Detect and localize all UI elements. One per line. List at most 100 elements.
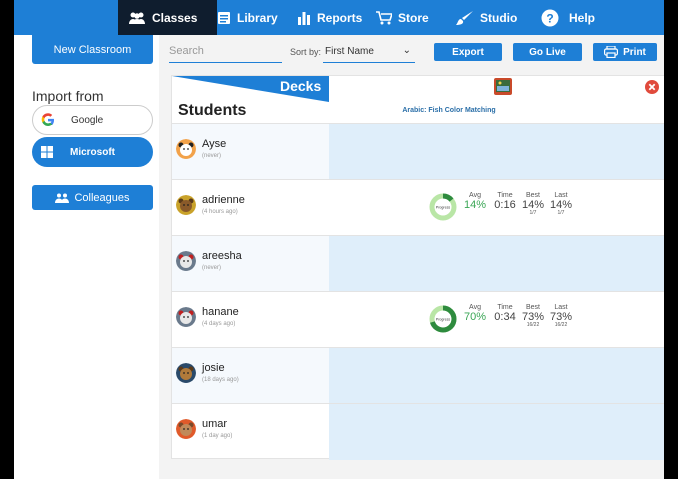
export-label: Export (452, 46, 484, 58)
student-cell: umar (1 day ago) (172, 404, 329, 460)
last-active: (never) (202, 265, 222, 271)
table-row[interactable]: areesha (never) (172, 235, 664, 292)
bar-chart-icon (298, 11, 310, 25)
stat-avg: Avg 14% (461, 192, 489, 211)
people-icon (129, 12, 145, 24)
students-heading: Students (178, 102, 247, 119)
app-frame: Classes Library Reports Store Studio ? H… (14, 0, 664, 479)
stat-best: Best 14% 1/7 (519, 192, 547, 216)
stat-time: Time 0:16 (491, 192, 519, 211)
people-icon (55, 193, 70, 203)
stat-heading: Time (497, 304, 513, 311)
main-content: Search Sort by: First Name ⌄ Export Go L… (159, 35, 664, 479)
deck-result-cell (329, 348, 664, 404)
go-live-button[interactable]: Go Live (513, 43, 582, 61)
google-import-button[interactable]: Google (32, 105, 153, 135)
import-from-heading: Import from (32, 88, 104, 104)
stat-heading: Best (525, 192, 540, 199)
nav-studio-label: Studio (480, 10, 518, 25)
table-row[interactable]: adrienne (4 hours ago) Progress Avg 14% Time 0… (172, 179, 664, 235)
nav-library[interactable]: Library (217, 0, 278, 35)
stat-last: Last 14% 1/7 (547, 192, 575, 216)
nav-studio[interactable]: Studio (456, 0, 517, 35)
student-cell: areesha (never) (172, 236, 329, 292)
progress-ring: Progress (429, 305, 457, 333)
table-header: Decks Students Arabic: Fish Color Matchi… (172, 76, 664, 123)
sort-by-value: First Name (325, 46, 374, 57)
table-row[interactable]: umar (1 day ago) (172, 403, 664, 460)
new-classroom-button[interactable]: New Classroom (32, 35, 153, 64)
nav-library-label: Library (237, 10, 278, 25)
avatar (176, 363, 196, 383)
nav-store[interactable]: Store (376, 0, 429, 35)
student-name[interactable]: adrienne (202, 194, 245, 206)
stat-value: 0:16 (494, 199, 516, 211)
sort-by-label: Sort by: (290, 47, 322, 57)
nav-store-label: Store (398, 10, 429, 25)
google-label: Google (71, 114, 104, 126)
print-button[interactable]: Print (593, 43, 657, 61)
stat-last: Last 73% 16/22 (547, 304, 575, 328)
colleagues-label: Colleagues (74, 191, 130, 204)
student-name[interactable]: Ayse (202, 138, 226, 150)
stat-heading: Time (497, 192, 513, 199)
avatar (176, 419, 196, 439)
printer-icon (604, 46, 619, 58)
deck-result-cell (329, 404, 664, 460)
deck-result-cell[interactable]: Progress Avg 14% Time 0:16 Best 14% 1/7 Last 14% 1… (329, 180, 664, 236)
nav-reports[interactable]: Reports (297, 0, 362, 35)
last-active: (1 day ago) (202, 433, 233, 439)
student-name[interactable]: hanane (202, 306, 239, 318)
student-cell: Ayse (never) (172, 124, 329, 180)
deck-title[interactable]: Arabic: Fish Color Matching (329, 107, 569, 114)
nav-classes-label: Classes (152, 10, 198, 25)
progress-ring: Progress (429, 193, 457, 221)
library-icon (218, 11, 230, 24)
table-row[interactable]: josie (18 days ago) (172, 347, 664, 404)
progress-label: Progress (436, 206, 451, 210)
help-icon: ? (541, 9, 559, 26)
last-active: (18 days ago) (202, 377, 239, 383)
student-cell: hanane (4 days ago) (172, 292, 329, 348)
avatar (176, 139, 196, 159)
stat-time: Time 0:34 (491, 304, 519, 323)
colleagues-button[interactable]: Colleagues (32, 185, 153, 210)
svg-text:?: ? (546, 11, 553, 25)
microsoft-import-button[interactable]: Microsoft (32, 137, 153, 167)
student-name[interactable]: umar (202, 418, 227, 430)
microsoft-label: Microsoft (70, 146, 115, 158)
brush-icon (456, 10, 473, 25)
close-icon[interactable] (645, 80, 659, 94)
stat-best: Best 73% 16/22 (519, 304, 547, 328)
nav-reports-label: Reports (317, 10, 363, 25)
nav-classes[interactable]: Classes (118, 0, 218, 35)
students-decks-table: Decks Students Arabic: Fish Color Matchi… (171, 75, 664, 460)
stat-value: 70% (463, 311, 487, 323)
google-icon (33, 112, 63, 128)
student-name[interactable]: areesha (202, 250, 242, 262)
stat-heading: Avg (469, 192, 481, 199)
export-button[interactable]: Export (434, 43, 502, 61)
progress-label: Progress (436, 318, 451, 322)
top-navigation-bar: Classes Library Reports Store Studio ? H… (14, 0, 664, 35)
student-name[interactable]: josie (202, 362, 225, 374)
decks-heading: Decks (280, 78, 322, 94)
avatar (176, 307, 196, 327)
last-active: (4 days ago) (202, 321, 236, 327)
nav-help[interactable]: ? Help (541, 0, 595, 35)
deck-result-cell[interactable]: Progress Avg 70% Time 0:34 Best 73% 16/22 Last 73… (329, 292, 664, 348)
go-live-label: Go Live (529, 46, 566, 58)
table-row[interactable]: Ayse (never) (172, 123, 664, 180)
table-row[interactable]: hanane (4 days ago) Progress Avg 70% Time 0:34… (172, 291, 664, 347)
windows-icon (32, 146, 62, 158)
student-cell: adrienne (4 hours ago) (172, 180, 329, 236)
avatar (176, 251, 196, 271)
search-input[interactable]: Search (169, 41, 282, 63)
sort-by-select[interactable]: First Name ⌄ (323, 41, 415, 63)
deck-result-cell (329, 236, 664, 292)
avatar (176, 195, 196, 215)
deck-thumbnail-icon[interactable] (494, 78, 512, 95)
stat-heading: Best (525, 304, 540, 311)
student-cell: josie (18 days ago) (172, 348, 329, 404)
new-classroom-label: New Classroom (53, 43, 132, 56)
